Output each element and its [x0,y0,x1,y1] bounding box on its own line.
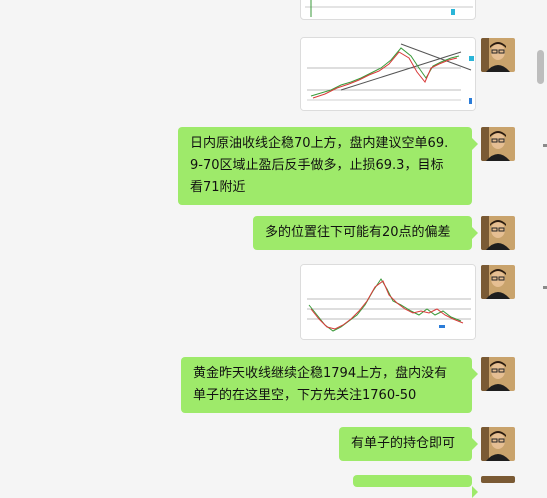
avatar[interactable] [481,265,515,299]
avatar[interactable] [481,476,515,483]
image-message[interactable] [300,264,476,340]
message-line: 有单子的持仓即可 [351,436,456,451]
message-line: 日内原油收线企稳70上方，盘内建议空单69. [190,136,449,151]
message-bubble[interactable]: 有单子的持仓即可 [339,427,478,461]
chat-panel: 日内原油收线企稳70上方，盘内建议空单69. 9-70区域止盈后反手做多，止损6… [0,0,547,498]
avatar[interactable] [481,127,515,161]
edge-marker [543,286,547,289]
avatar[interactable] [481,427,515,461]
message-bubble-partial[interactable] [353,475,478,498]
oil-chart [301,38,475,110]
avatar[interactable] [481,216,515,250]
edge-marker [543,144,547,147]
message-bubble[interactable]: 多的位置往下可能有20点的偏差 [253,216,478,250]
message-line: 多的位置往下可能有20点的偏差 [265,225,451,240]
image-message[interactable] [300,37,476,111]
message-line: 黄金昨天收线继续企稳1794上方，盘内没有 [193,366,448,381]
message-line: 看71附近 [190,180,246,195]
gold-chart [301,265,475,339]
message-line: 单子的在这里空，下方先关注1760-50 [193,388,417,403]
avatar[interactable] [481,357,515,391]
message-bubble[interactable]: 黄金昨天收线继续企稳1794上方，盘内没有 单子的在这里空，下方先关注1760-… [181,357,478,413]
image-message[interactable] [300,0,476,20]
avatar[interactable] [481,38,515,72]
message-bubble[interactable]: 日内原油收线企稳70上方，盘内建议空单69. 9-70区域止盈后反手做多，止损6… [178,127,478,205]
message-line: 9-70区域止盈后反手做多，止损69.3，目标 [190,158,444,173]
chart-thumbnail [305,0,473,17]
scrollbar-thumb[interactable] [537,50,544,84]
